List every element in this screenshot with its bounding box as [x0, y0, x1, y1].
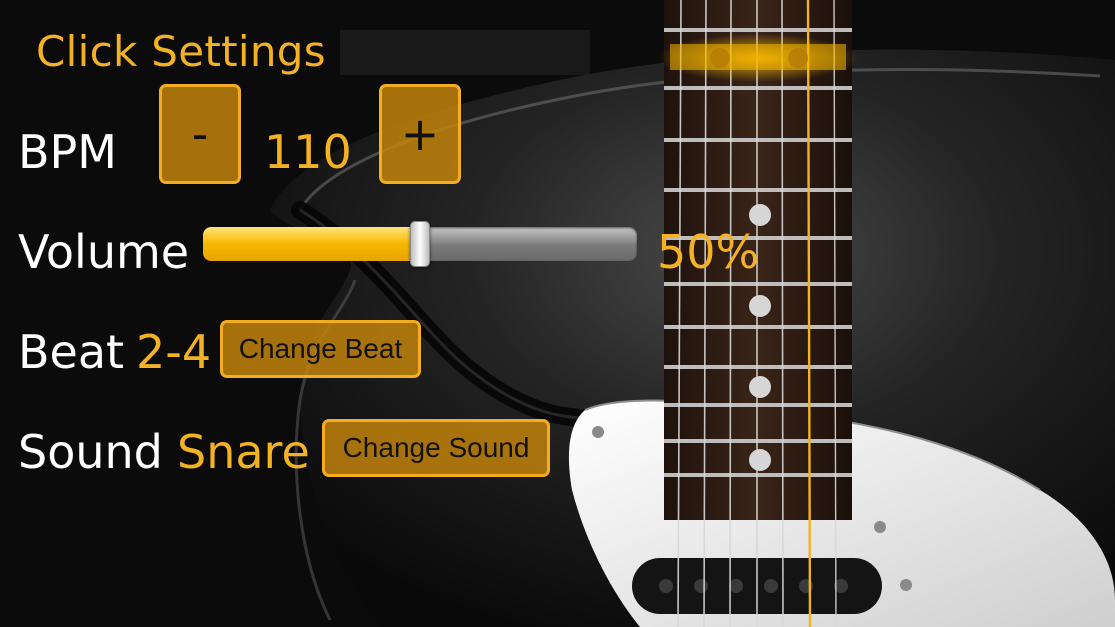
bpm-label: BPM — [18, 125, 117, 179]
volume-value: 50% — [657, 225, 760, 279]
volume-slider-fill — [203, 227, 420, 261]
bpm-decrement-button[interactable]: - — [159, 84, 241, 184]
change-sound-button[interactable]: Change Sound — [322, 419, 550, 477]
change-beat-button[interactable]: Change Beat — [220, 320, 421, 378]
page-title: Click Settings — [36, 27, 326, 76]
bpm-value: 110 — [264, 125, 352, 179]
click-settings-panel: Click Settings BPM - 110 + Volume 50% Be… — [0, 0, 1115, 627]
volume-slider-thumb[interactable] — [410, 221, 430, 267]
volume-label: Volume — [18, 225, 190, 279]
beat-value: 2-4 — [136, 325, 212, 379]
beat-label: Beat — [18, 325, 125, 379]
sound-value: Snare — [177, 425, 310, 479]
bpm-increment-button[interactable]: + — [379, 84, 461, 184]
sound-label: Sound — [18, 425, 163, 479]
